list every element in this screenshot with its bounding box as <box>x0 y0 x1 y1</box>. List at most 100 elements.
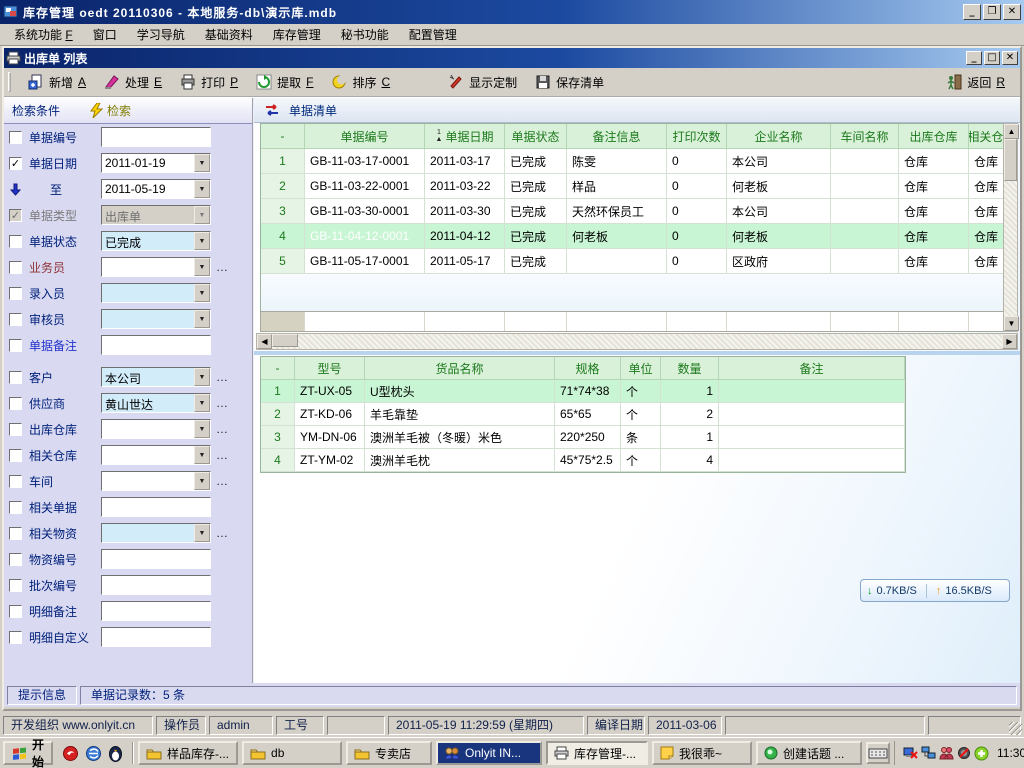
cell[interactable]: 4 <box>661 449 719 472</box>
cell[interactable]: 已完成 <box>505 174 567 199</box>
row-number-cell[interactable]: 1 <box>261 380 295 403</box>
row-number-cell[interactable]: 5 <box>261 249 305 274</box>
column-header[interactable]: 单位 <box>621 357 661 380</box>
users-icon[interactable] <box>939 746 954 760</box>
checkbox[interactable] <box>9 371 22 384</box>
cell[interactable]: 仓库 <box>969 174 1006 199</box>
cell[interactable]: 已完成 <box>505 224 567 249</box>
dropdown-field[interactable]: 黄山世达▼ <box>101 393 211 413</box>
cell[interactable]: 羊毛靠垫 <box>365 403 555 426</box>
dropdown-field[interactable]: ▼ <box>101 309 211 329</box>
row-number-cell[interactable]: 3 <box>261 199 305 224</box>
cell[interactable] <box>719 449 905 472</box>
dropdown-arrow-icon[interactable]: ▼ <box>194 420 210 438</box>
toolbar-button-5[interactable]: 排序C <box>322 71 399 94</box>
cell[interactable] <box>719 380 905 403</box>
cell[interactable]: 0 <box>667 174 727 199</box>
table-row[interactable]: 3YM-DN-06澳洲羊毛被（冬暖）米色220*250条1 <box>261 426 905 449</box>
text-input[interactable] <box>101 575 211 595</box>
cell[interactable]: 何老板 <box>567 224 667 249</box>
field-value[interactable] <box>102 446 194 464</box>
field-value[interactable]: 出库单 <box>102 206 194 224</box>
cell[interactable] <box>831 224 899 249</box>
cell[interactable]: 2011-04-12 <box>425 224 505 249</box>
field-value[interactable] <box>102 602 210 620</box>
cell[interactable]: 0 <box>667 149 727 174</box>
table-row[interactable]: 5GB-11-05-17-00012011-05-17已完成0区政府仓库仓库 <box>261 249 1006 274</box>
menu-item-4[interactable]: 基础资料 <box>195 24 263 45</box>
dropdown-arrow-icon[interactable]: ▼ <box>194 206 210 224</box>
more-button[interactable]: … <box>216 526 229 540</box>
text-input[interactable] <box>101 549 211 569</box>
cell[interactable]: 澳洲羊毛被（冬暖）米色 <box>365 426 555 449</box>
cell[interactable] <box>567 249 667 274</box>
dial-blocked-icon[interactable] <box>957 746 971 760</box>
start-button[interactable]: 开始 <box>3 741 53 765</box>
dropdown-arrow-icon[interactable]: ▼ <box>194 154 210 172</box>
checkbox[interactable] <box>9 261 22 274</box>
blue-e-icon[interactable] <box>85 745 102 762</box>
cell[interactable]: 仓库 <box>969 224 1006 249</box>
cell[interactable]: 仓库 <box>899 174 969 199</box>
menu-item-2[interactable]: 窗口 <box>83 24 127 45</box>
table-row[interactable]: 1ZT-UX-05U型枕头71*74*38个1 <box>261 380 905 403</box>
checkbox[interactable] <box>9 313 22 326</box>
dropdown-field[interactable]: ▼ <box>101 445 211 465</box>
cell[interactable] <box>831 174 899 199</box>
toolbar-button-7[interactable]: 保存清单 <box>526 71 613 94</box>
cell[interactable]: 仓库 <box>899 199 969 224</box>
menu-item-7[interactable]: 配置管理 <box>399 24 467 45</box>
more-button[interactable]: … <box>216 422 229 436</box>
cell[interactable]: ZT-YM-02 <box>295 449 365 472</box>
dropdown-field[interactable]: 本公司▼ <box>101 367 211 387</box>
task-button-2[interactable]: db <box>242 741 342 765</box>
dropdown-field[interactable]: 出库单▼ <box>101 205 211 225</box>
vertical-scroll-thumb[interactable] <box>1004 139 1017 181</box>
column-header[interactable]: 备注 <box>719 357 905 380</box>
child-maximize-button[interactable]: □ <box>984 51 1000 65</box>
scroll-up-icon[interactable]: ▲ <box>1004 124 1019 139</box>
checkbox[interactable] <box>9 579 22 592</box>
cell[interactable]: 0 <box>667 224 727 249</box>
dropdown-arrow-icon[interactable]: ▼ <box>194 284 210 302</box>
column-header[interactable]: 车间名称 <box>831 124 899 149</box>
checkbox[interactable] <box>9 397 22 410</box>
dropdown-field[interactable]: ▼ <box>101 283 211 303</box>
cell[interactable]: 区政府 <box>727 249 831 274</box>
dropdown-field[interactable]: ▼ <box>101 419 211 439</box>
scroll-right-icon[interactable]: ▶ <box>1002 334 1017 349</box>
checkbox[interactable] <box>9 475 22 488</box>
checkbox[interactable]: ✓ <box>9 157 22 170</box>
text-input[interactable] <box>101 627 211 647</box>
cell[interactable]: 65*65 <box>555 403 621 426</box>
checkbox[interactable] <box>9 423 22 436</box>
cell[interactable]: 个 <box>621 403 661 426</box>
dropdown-arrow-icon[interactable]: ▼ <box>194 394 210 412</box>
horizontal-scrollbar[interactable]: ◀ ▶ <box>256 333 1018 350</box>
upgrade-icon[interactable] <box>974 746 989 761</box>
cell[interactable]: 0 <box>667 199 727 224</box>
table-row[interactable]: 4GB-11-04-12-00012011-04-12已完成何老板0何老板仓库仓… <box>261 224 1006 249</box>
checkbox[interactable]: ✓ <box>9 209 22 222</box>
field-value[interactable] <box>102 576 210 594</box>
cell[interactable] <box>719 426 905 449</box>
toolbar-button-1[interactable]: 新增A <box>19 71 95 94</box>
minimize-button[interactable]: _ <box>963 4 981 20</box>
row-number-cell[interactable]: 2 <box>261 174 305 199</box>
task-button-7[interactable]: 创建话题 ... <box>756 741 862 765</box>
dropdown-arrow-icon[interactable]: ▼ <box>194 446 210 464</box>
cell[interactable]: 仓库 <box>899 249 969 274</box>
cell[interactable]: 已完成 <box>505 249 567 274</box>
text-input[interactable] <box>101 127 211 147</box>
field-value[interactable]: 本公司 <box>102 368 194 386</box>
cell[interactable] <box>831 199 899 224</box>
search-button[interactable]: 检索 <box>90 102 131 119</box>
close-button[interactable]: ✕ <box>1003 4 1021 20</box>
column-header[interactable]: 备注信息 <box>567 124 667 149</box>
field-value[interactable] <box>102 524 194 542</box>
field-value[interactable] <box>102 284 194 302</box>
cell[interactable]: 0 <box>667 249 727 274</box>
cell[interactable] <box>719 403 905 426</box>
dropdown-arrow-icon[interactable]: ▼ <box>194 310 210 328</box>
cell[interactable]: 2011-05-17 <box>425 249 505 274</box>
